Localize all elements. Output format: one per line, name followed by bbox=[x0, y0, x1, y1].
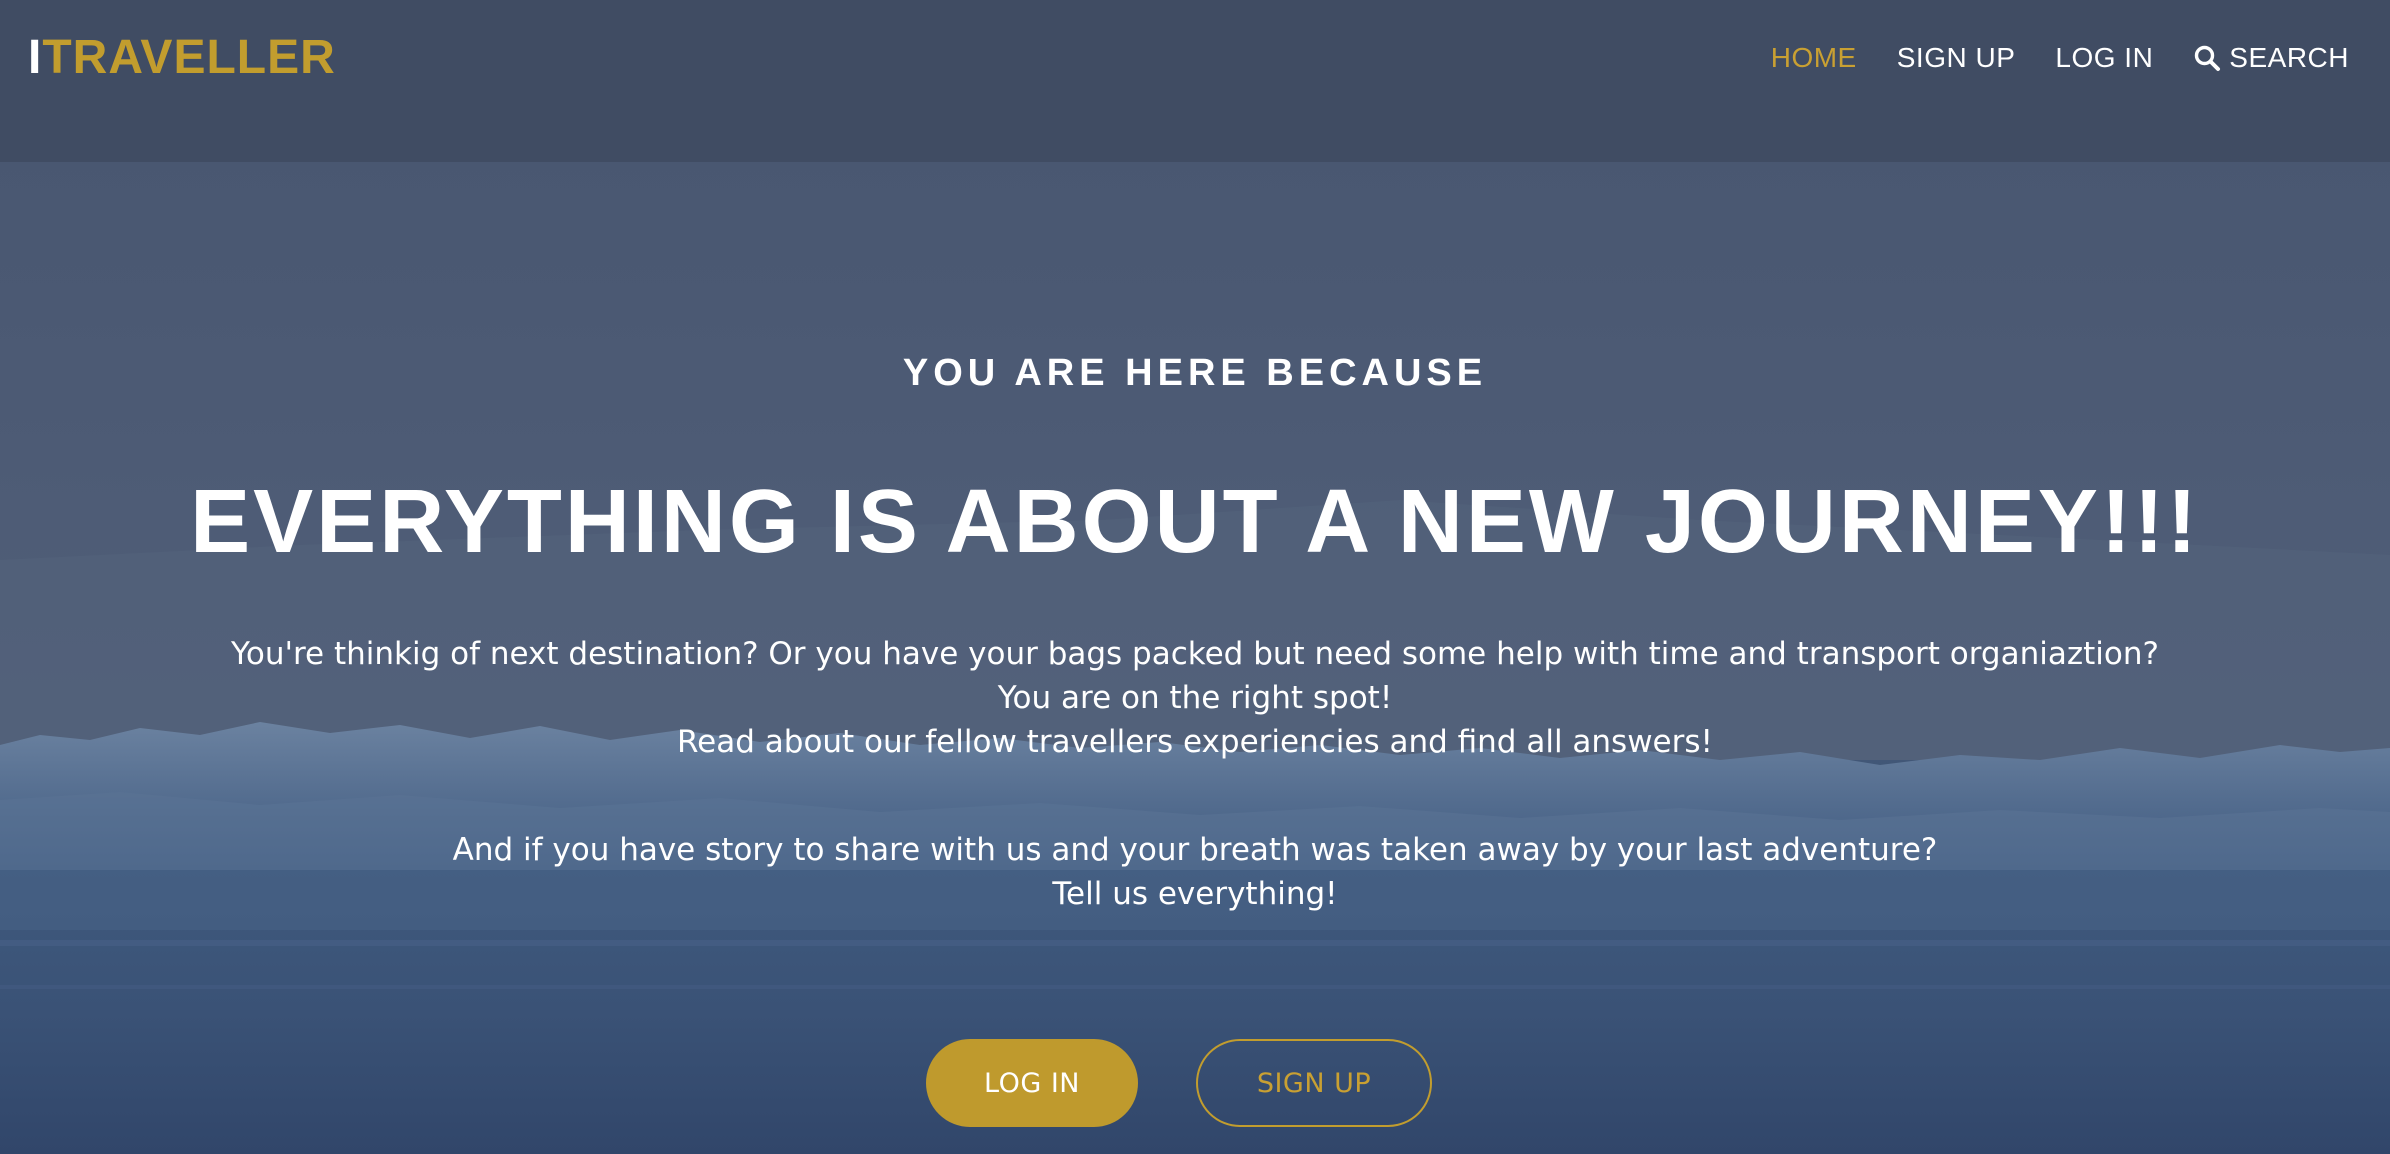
nav-home-label: HOME bbox=[1770, 42, 1857, 73]
share-line: Tell us everything! bbox=[1052, 876, 1338, 912]
brand-logo[interactable]: ITRAVELLER bbox=[28, 30, 336, 86]
search-icon bbox=[2195, 45, 2221, 71]
log-in-button[interactable]: LOG IN bbox=[926, 1039, 1138, 1127]
intro-line: You're thinkig of next destination? Or y… bbox=[231, 636, 2159, 672]
main-nav: HOME SIGN UP LOG IN SEARCH bbox=[1771, 38, 2349, 78]
nav-sign-up-label: SIGN UP bbox=[1896, 42, 2016, 73]
logo-name: TRAVELLER bbox=[42, 31, 336, 84]
nav-search[interactable]: SEARCH bbox=[2193, 38, 2349, 78]
hero-headline: EVERYTHING IS ABOUT A NEW JOURNEY!!! bbox=[190, 472, 2200, 572]
nav-sign-up[interactable]: SIGN UP bbox=[1897, 38, 2016, 78]
intro-line: You are on the right spot! bbox=[997, 680, 1393, 716]
nav-log-in-label: LOG IN bbox=[2055, 42, 2154, 73]
hero-eyebrow: YOU ARE HERE BECAUSE bbox=[902, 352, 1488, 394]
logo-prefix: I bbox=[28, 31, 43, 84]
glacier-background-image bbox=[0, 0, 2390, 1154]
top-navbar: ITRAVELLER HOME SIGN UP LOG IN SEARCH bbox=[0, 0, 2390, 162]
nav-log-in[interactable]: LOG IN bbox=[2055, 38, 2153, 78]
hero-cta-buttons: LOG IN SIGN UP bbox=[0, 1039, 2390, 1127]
nav-search-label: SEARCH bbox=[2229, 42, 2349, 73]
page: ITRAVELLER HOME SIGN UP LOG IN SEARCH YO… bbox=[0, 0, 2390, 1154]
intro-line: Read about our fellow travellers experie… bbox=[677, 724, 1713, 760]
sign-up-button[interactable]: SIGN UP bbox=[1196, 1039, 1432, 1127]
share-line: And if you have story to share with us a… bbox=[452, 832, 1938, 868]
hero-intro-paragraph: You're thinkig of next destination? Or y… bbox=[0, 632, 2390, 764]
nav-home[interactable]: HOME bbox=[1771, 38, 1857, 78]
hero-share-paragraph: And if you have story to share with us a… bbox=[0, 828, 2390, 916]
